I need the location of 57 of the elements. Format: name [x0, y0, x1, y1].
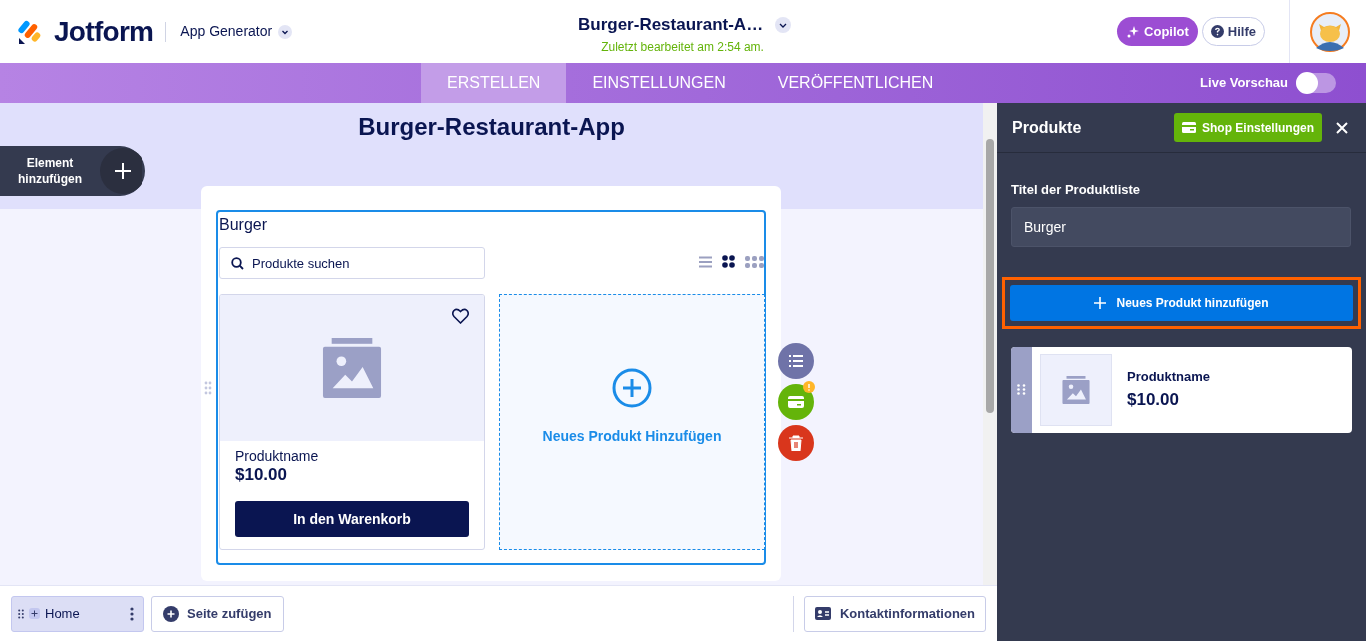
- chevron-down-icon: [278, 24, 293, 39]
- title-input-field[interactable]: Burger: [1011, 206, 1351, 247]
- help-icon: [1210, 25, 1224, 38]
- drag-handle-icon[interactable]: [204, 381, 212, 395]
- copilot-button[interactable]: Copilot: [1117, 17, 1198, 46]
- plus-icon: [29, 608, 40, 619]
- live-preview-label: Live Vorschau: [1200, 74, 1288, 93]
- add-product-button[interactable]: Neues Produkt hinzufügen: [1010, 284, 1353, 321]
- page-tab[interactable]: Home: [11, 595, 144, 632]
- list-settings-button[interactable]: [778, 343, 814, 379]
- app-switcher[interactable]: App Generator: [180, 21, 293, 42]
- compact-view-icon[interactable]: [745, 255, 764, 268]
- search-icon: [231, 257, 244, 270]
- list-view-icon[interactable]: [699, 255, 712, 268]
- image-placeholder-icon: [322, 338, 382, 398]
- avatar-icon[interactable]: [1310, 11, 1350, 52]
- chevron-down-icon[interactable]: [775, 16, 792, 33]
- live-preview-toggle[interactable]: [1296, 73, 1336, 93]
- search-field[interactable]: Produkte suchen: [219, 247, 485, 279]
- trash-icon: [789, 435, 803, 451]
- card-icon: [788, 396, 804, 408]
- field-label: Titel der Produktliste: [1011, 181, 1142, 199]
- delete-button[interactable]: [778, 425, 814, 461]
- panel-title: Produkte: [1012, 117, 1082, 138]
- payment-button[interactable]: [778, 384, 814, 420]
- grid-view-icon[interactable]: [722, 255, 735, 268]
- last-edited-text: Zuletzt bearbeitet am 2:54 am.: [601, 38, 764, 56]
- list-title: Burger: [219, 215, 268, 235]
- close-icon[interactable]: [1336, 121, 1348, 134]
- logo-text: Jotform: [54, 14, 154, 49]
- product-list-item[interactable]: Produktname $10.00: [1011, 346, 1352, 433]
- list-icon: [789, 354, 803, 368]
- plus-icon: [100, 148, 142, 194]
- contact-info-button[interactable]: Kontaktinformationen: [803, 595, 986, 632]
- add-page-button[interactable]: Seite zufügen: [151, 595, 284, 632]
- heart-icon[interactable]: [452, 308, 469, 324]
- product-price: $10.00: [235, 465, 287, 485]
- plus-circle-icon: [163, 605, 179, 622]
- product-price: $10.00: [1127, 388, 1180, 411]
- nav-tab[interactable]: EINSTELLUNGEN: [566, 63, 752, 103]
- nav-tab[interactable]: VERÖFFENTLICHEN: [751, 63, 960, 103]
- product-name: Produktname: [1127, 368, 1211, 386]
- product-name: Produktname: [235, 447, 319, 465]
- drag-handle-icon[interactable]: [1017, 384, 1026, 395]
- contact-card-icon: [814, 607, 831, 620]
- drag-handle-icon: [18, 608, 24, 619]
- add-element-button[interactable]: Element hinzufügen: [0, 146, 145, 196]
- scrollbar[interactable]: [983, 103, 997, 585]
- app-title: Burger-Restaurant-App: [358, 112, 625, 142]
- add-to-cart-button[interactable]: In den Warenkorb: [235, 501, 469, 537]
- plus-circle-icon: [612, 367, 652, 408]
- plus-icon: [1094, 296, 1107, 309]
- image-placeholder-icon: [1062, 375, 1090, 404]
- card-icon: [1182, 122, 1196, 133]
- document-title: Burger-Restaurant-A…: [578, 14, 764, 36]
- more-options-icon[interactable]: [130, 606, 134, 621]
- help-button[interactable]: Hilfe: [1201, 17, 1265, 46]
